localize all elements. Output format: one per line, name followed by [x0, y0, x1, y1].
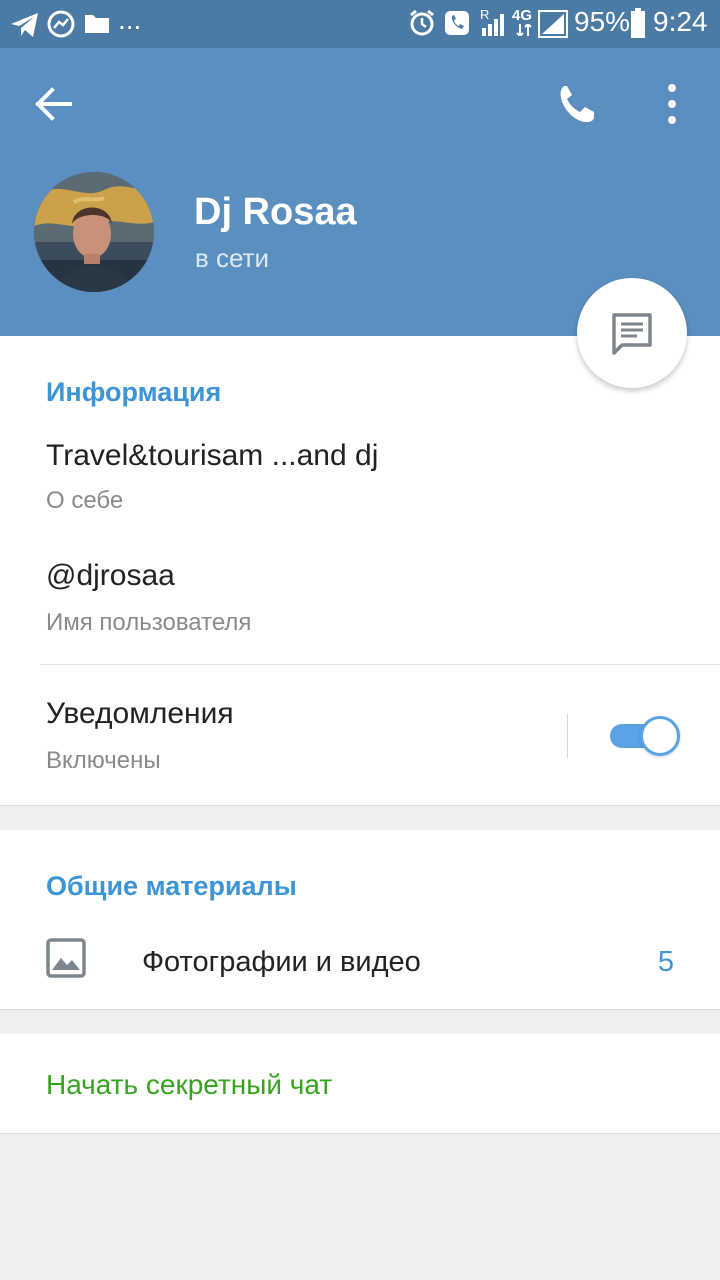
battery-icon — [631, 8, 645, 38]
message-icon — [612, 313, 652, 355]
avatar-photo — [34, 172, 154, 292]
start-secret-chat-button[interactable]: Начать секретный чат — [46, 1068, 332, 1102]
bio-label: О себе — [46, 487, 124, 514]
toggle-thumb — [640, 716, 680, 756]
network-type: 4G — [512, 7, 533, 24]
more-vert-icon — [668, 84, 676, 124]
battery-percent: 95% — [574, 6, 631, 37]
bio-value[interactable]: Travel&tourisam ...and dj — [46, 438, 378, 474]
status-bar: ... R 4G 95% 9:24 — [0, 0, 720, 48]
notification-overflow: ... — [118, 4, 142, 35]
photos-videos-count: 5 — [657, 946, 674, 978]
avatar[interactable] — [34, 172, 154, 292]
online-status: в сети — [195, 243, 270, 273]
notifications-status: Включены — [46, 747, 161, 774]
username-value[interactable]: @djrosaa — [46, 558, 175, 594]
alarm-icon — [410, 9, 434, 36]
back-arrow-icon — [35, 87, 72, 121]
info-section: Информация Travel&tourisam ...and dj О с… — [0, 336, 720, 806]
chart-icon — [47, 10, 75, 38]
shared-media-title: Общие материалы — [46, 871, 297, 901]
photos-videos-row[interactable]: Фотографии и видео 5 — [0, 930, 720, 994]
clock: 9:24 — [653, 6, 708, 37]
notifications-toggle[interactable] — [610, 716, 680, 756]
info-section-title: Информация — [46, 377, 222, 407]
data-arrows-icon — [516, 24, 532, 36]
call-icon — [445, 11, 469, 35]
send-message-button[interactable] — [577, 278, 687, 388]
notifications-title[interactable]: Уведомления — [46, 696, 234, 732]
folder-icon — [85, 15, 109, 33]
shared-media-section: Общие материалы Фотографии и видео 5 — [0, 830, 720, 1010]
telegram-icon — [11, 13, 38, 37]
toggle-divider — [567, 714, 568, 758]
profile-name: Dj Rosaa — [194, 191, 357, 233]
image-icon — [46, 938, 86, 978]
divider — [40, 664, 720, 665]
call-button[interactable] — [548, 76, 604, 132]
signal-icon — [482, 14, 504, 36]
back-button[interactable] — [24, 80, 88, 128]
username-label: Имя пользователя — [46, 609, 252, 636]
phone-icon — [560, 86, 594, 123]
secret-chat-section: Начать секретный чат — [0, 1034, 720, 1134]
photos-videos-label: Фотографии и видео — [142, 946, 421, 978]
signal-icon-2 — [538, 10, 568, 38]
more-options-button[interactable] — [650, 76, 694, 132]
